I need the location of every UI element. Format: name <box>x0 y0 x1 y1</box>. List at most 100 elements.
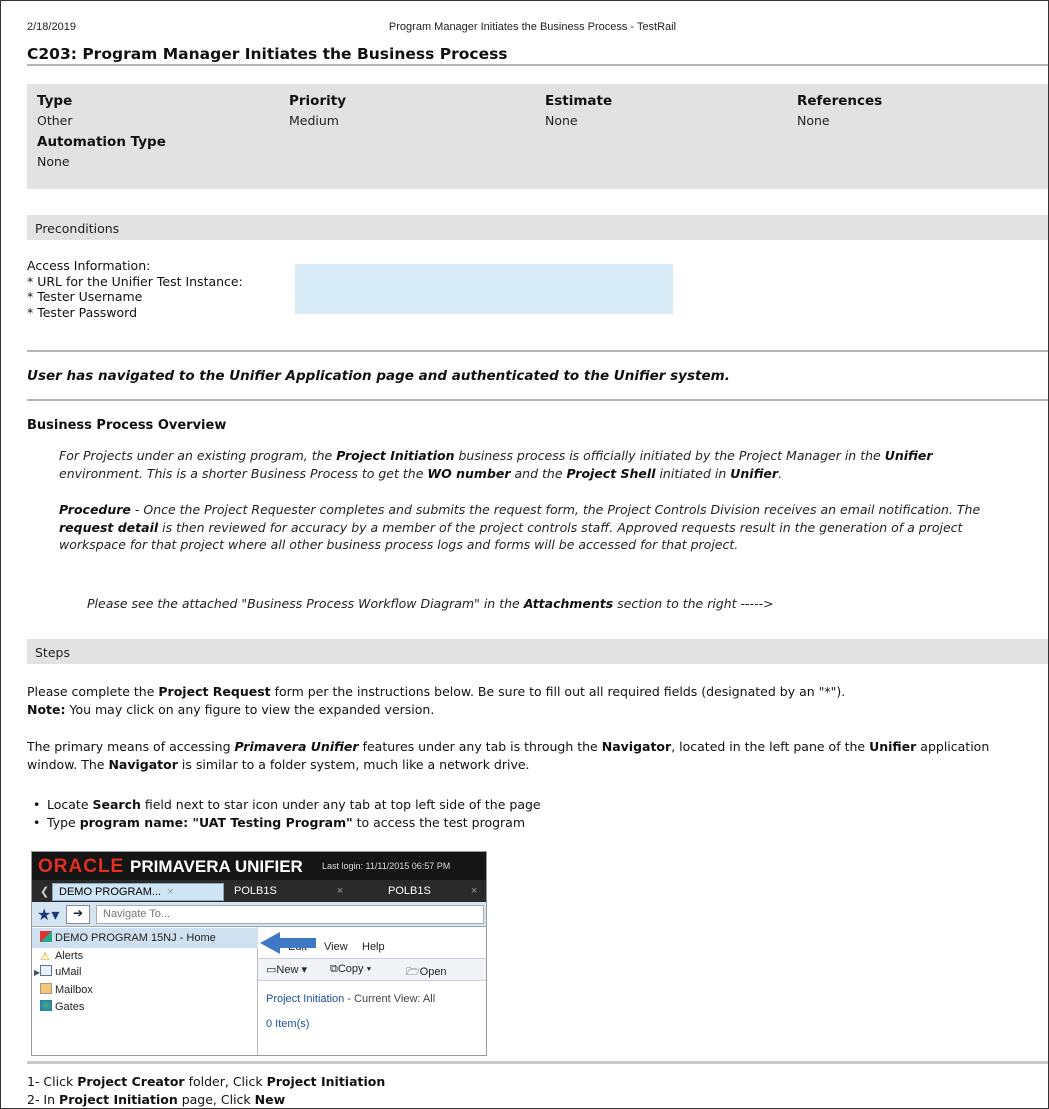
step-item: 1- Click Project Creator folder, Click P… <box>27 1073 385 1091</box>
numbered-steps: 1- Click Project Creator folder, Click P… <box>27 1073 385 1108</box>
divider <box>27 1061 1048 1064</box>
current-view: - Current View: All <box>344 993 436 1005</box>
text: , located in the left pane of the <box>671 739 870 754</box>
text-bold: WO number <box>427 465 511 481</box>
tree-item-alerts[interactable]: ⚠ Alerts <box>40 948 83 964</box>
tab-label: DEMO PROGRAM... <box>59 886 162 898</box>
references-value: None <box>797 113 830 128</box>
list-item: Type program name: "UAT Testing Program"… <box>27 814 541 832</box>
menu-help[interactable]: Help <box>362 941 385 953</box>
text: is then reviewed for accuracy by a membe… <box>59 519 963 553</box>
references-label: References <box>797 93 883 109</box>
tab-polb1s[interactable]: POLB1S × <box>382 883 486 901</box>
steps-paragraph-2: The primary means of accessing Primavera… <box>27 738 1037 773</box>
view-name: Project Initiation <box>266 993 345 1005</box>
close-icon[interactable]: × <box>337 885 343 897</box>
overview-paragraph-2: Procedure - Once the Project Requester c… <box>59 501 1019 554</box>
overview-paragraph-1: For Projects under an existing program, … <box>59 447 1019 482</box>
tree-item-gates[interactable]: Gates <box>40 999 84 1015</box>
gates-icon <box>40 1000 52 1011</box>
access-info-line: * Tester Password <box>27 304 138 320</box>
menu-view[interactable]: View <box>324 941 348 953</box>
close-icon[interactable]: × <box>167 886 173 898</box>
button-label: Open <box>419 966 447 978</box>
tab-demo-program[interactable]: DEMO PROGRAM... × <box>52 883 224 901</box>
text: Type <box>47 814 80 830</box>
text-bold: Project Request <box>158 684 271 699</box>
text-bold: Search <box>92 797 141 812</box>
automation-type-value: None <box>37 154 70 169</box>
home-icon <box>40 931 52 942</box>
overview-heading: Business Process Overview <box>27 418 227 433</box>
tree-item-mailbox[interactable]: Mailbox <box>40 982 93 998</box>
oracle-logo: ORACLE <box>38 856 125 877</box>
text: You may click on any figure to view the … <box>65 701 435 717</box>
text-bold: Navigator <box>108 756 178 772</box>
tree-label: Mailbox <box>55 984 93 996</box>
text-bold: Primavera Unifier <box>234 739 359 754</box>
access-info-block: Access Information: * URL for the Unifie… <box>27 258 243 320</box>
print-header: 2/18/2019 Program Manager Initiates the … <box>27 21 1038 37</box>
text: Please complete the <box>27 684 159 699</box>
type-value: Other <box>37 113 73 128</box>
text-bold: Unifier <box>884 448 933 463</box>
priority-label: Priority <box>289 93 346 109</box>
tree-label: uMail <box>55 966 82 978</box>
text-bold: request detail <box>59 519 159 535</box>
last-login: Last login: 11/11/2015 06:57 PM <box>322 861 451 871</box>
text-bold: Project Creator <box>77 1074 185 1089</box>
tree-label: DEMO PROGRAM 15NJ - Home <box>55 932 216 944</box>
case-title: C203: Program Manager Initiates the Busi… <box>27 45 508 63</box>
text: Locate <box>47 797 93 812</box>
tree-item-umail[interactable]: ▶ uMail <box>34 964 81 980</box>
view-title: Project Initiation - Current View: All <box>266 993 435 1005</box>
text-bold: Attachments <box>523 596 614 611</box>
unifier-screenshot-figure[interactable]: ORACLE PRIMAVERA UNIFIER Last login: 11/… <box>31 851 487 1056</box>
text-bold: New <box>254 1091 286 1107</box>
text: section to the right -----> <box>613 596 774 611</box>
new-icon: ▭ <box>266 964 277 976</box>
navigator-tree: DEMO PROGRAM 15NJ - Home ⚠ Alerts ▶ uMail … <box>32 927 258 1055</box>
text-bold: Navigator <box>601 739 672 754</box>
close-icon[interactable]: × <box>471 885 477 897</box>
access-info-line: Access Information: <box>27 258 151 273</box>
unifier-navigator-bar: ★▾ ➔ Navigate To... <box>32 902 486 927</box>
text-bold: Procedure <box>59 502 131 517</box>
text: and the <box>510 465 567 481</box>
preconditions-heading: Preconditions <box>27 215 1048 240</box>
folder-icon: 🗁 <box>406 966 420 978</box>
tree-label: Gates <box>55 1001 85 1013</box>
step-item: 2- In Project Initiation page, Click New <box>27 1091 385 1109</box>
divider <box>27 399 1048 401</box>
product-name: PRIMAVERA UNIFIER <box>130 857 303 876</box>
navigate-icon[interactable]: ➔ <box>66 905 90 924</box>
text: field next to star icon under any tab at… <box>140 797 541 812</box>
text: page, Click <box>177 1091 255 1107</box>
list-item: Locate Search field next to star icon un… <box>27 796 541 814</box>
tree-item-home[interactable]: DEMO PROGRAM 15NJ - Home <box>40 930 216 946</box>
steps-bullet-list: Locate Search field next to star icon un… <box>27 796 541 831</box>
text-bold: Project Initiation <box>336 448 455 463</box>
text: form per the instructions below. Be sure… <box>270 684 846 699</box>
new-button[interactable]: ▭New ▾ <box>266 963 307 976</box>
navigate-input[interactable]: Navigate To... <box>96 905 484 924</box>
text-bold: program name: "UAT Testing Program" <box>79 814 353 830</box>
copy-icon: ⧉ <box>330 963 338 975</box>
text: folder, Click <box>184 1074 267 1089</box>
steps-paragraph-1: Please complete the Project Request form… <box>27 683 1037 718</box>
open-button[interactable]: 🗁Open <box>406 963 447 982</box>
overview-paragraph-3: Please see the attached "Business Proces… <box>87 595 1017 613</box>
copy-button[interactable]: ⧉Copy ▾ <box>330 963 371 976</box>
star-icon[interactable]: ★▾ <box>37 905 59 925</box>
tab-label: POLB1S <box>234 885 277 897</box>
callout-arrow-icon <box>260 932 316 954</box>
unifier-tab-bar: ❮ DEMO PROGRAM... × POLB1S × POLB1S × <box>32 880 486 902</box>
text-bold: Project Shell <box>566 465 656 481</box>
button-label: New <box>276 964 299 976</box>
print-doc-title: Program Manager Initiates the Business P… <box>388 21 677 33</box>
tab-polb1s[interactable]: POLB1S × <box>228 883 378 901</box>
redacted-url-highlight <box>295 264 673 314</box>
text-bold: Project Initiation <box>266 1074 386 1089</box>
text-bold: Project Initiation <box>59 1091 178 1107</box>
text: - Once the Project Requester completes a… <box>130 502 981 517</box>
